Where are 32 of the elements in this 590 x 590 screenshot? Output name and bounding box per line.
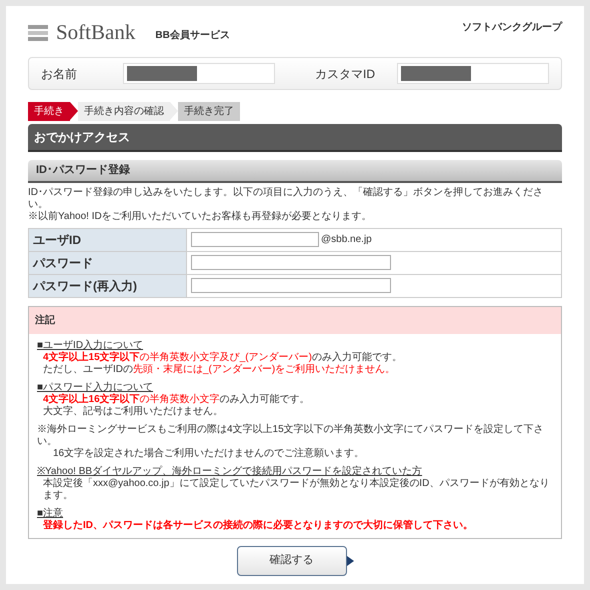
logo-text: SoftBank <box>56 22 136 43</box>
note-heading: ■ユーザID入力について <box>37 340 144 351</box>
arrow-icon <box>346 556 354 566</box>
note-text: 4文字以上16文字以下の半角英数小文字のみ入力可能です。 <box>42 394 311 406</box>
note-text: 本設定後「xxx@yahoo.co.jp」にて設定していたパスワードが無効となり本設定後のID、パスワードが有効となります。 <box>42 478 550 502</box>
input-field[interactable] <box>191 255 391 270</box>
note-heading: ■パスワード入力について <box>37 382 154 393</box>
note-heading: ※Yahoo! BBダイヤルアップ、海外ローミングで接続用パスワードを設定されていた方 <box>37 466 424 478</box>
form-label: ユーザID <box>28 228 186 251</box>
field-label: お名前 <box>41 66 78 82</box>
input-field[interactable] <box>191 232 319 247</box>
form-label: パスワード(再入力) <box>28 274 186 297</box>
note-text: 16文字を設定された場合ご利用いただけませんのでご注意願います。 <box>52 448 366 460</box>
page-title: おでかけアクセス <box>28 124 562 152</box>
field-label: カスタマID <box>315 66 376 82</box>
note-text: ただし、ユーザIDの先頭・末尾には_(アンダーバー)をご利用いただけません。 <box>42 364 396 376</box>
domain-suffix: @sbb.ne.jp <box>321 233 372 247</box>
group-name: ソフトバンクグループ <box>462 20 562 35</box>
note-text: 大文字、記号はご利用いただけません。 <box>42 406 224 418</box>
logo-stripes-icon <box>28 24 48 40</box>
input-field[interactable] <box>191 278 391 293</box>
intro-text: ID･パスワード登録の申し込みをいたします。以下の項目に入力のうえ、「確認する」ボタンを押してお進みください。 <box>28 186 544 210</box>
confirm-button[interactable]: 確認する <box>236 546 346 576</box>
intro-text: ※以前Yahoo! IDをご利用いただいていたお客様も再登録が必要となります。 <box>28 210 373 222</box>
note-text: ※海外ローミングサービスもご利用の際は4文字以上15文字以下の半角英数小文字にてパスワードを設定して下さい。 <box>37 424 545 448</box>
notes-header: 注記 <box>29 306 561 334</box>
section-title: ID･パスワード登録 <box>28 160 562 182</box>
note-text: 登録したID、パスワードは各サービスの接続の際に必要となりますので大切に保管して下さい。 <box>42 520 474 532</box>
note-heading: ■注意 <box>37 508 64 520</box>
note-text: 4文字以上15文字以下の半角英数小文字及び_(アンダーバー)のみ入力可能です。 <box>42 352 403 364</box>
form-label: パスワード <box>28 251 186 274</box>
service-name: BB会員サービス <box>155 28 230 43</box>
